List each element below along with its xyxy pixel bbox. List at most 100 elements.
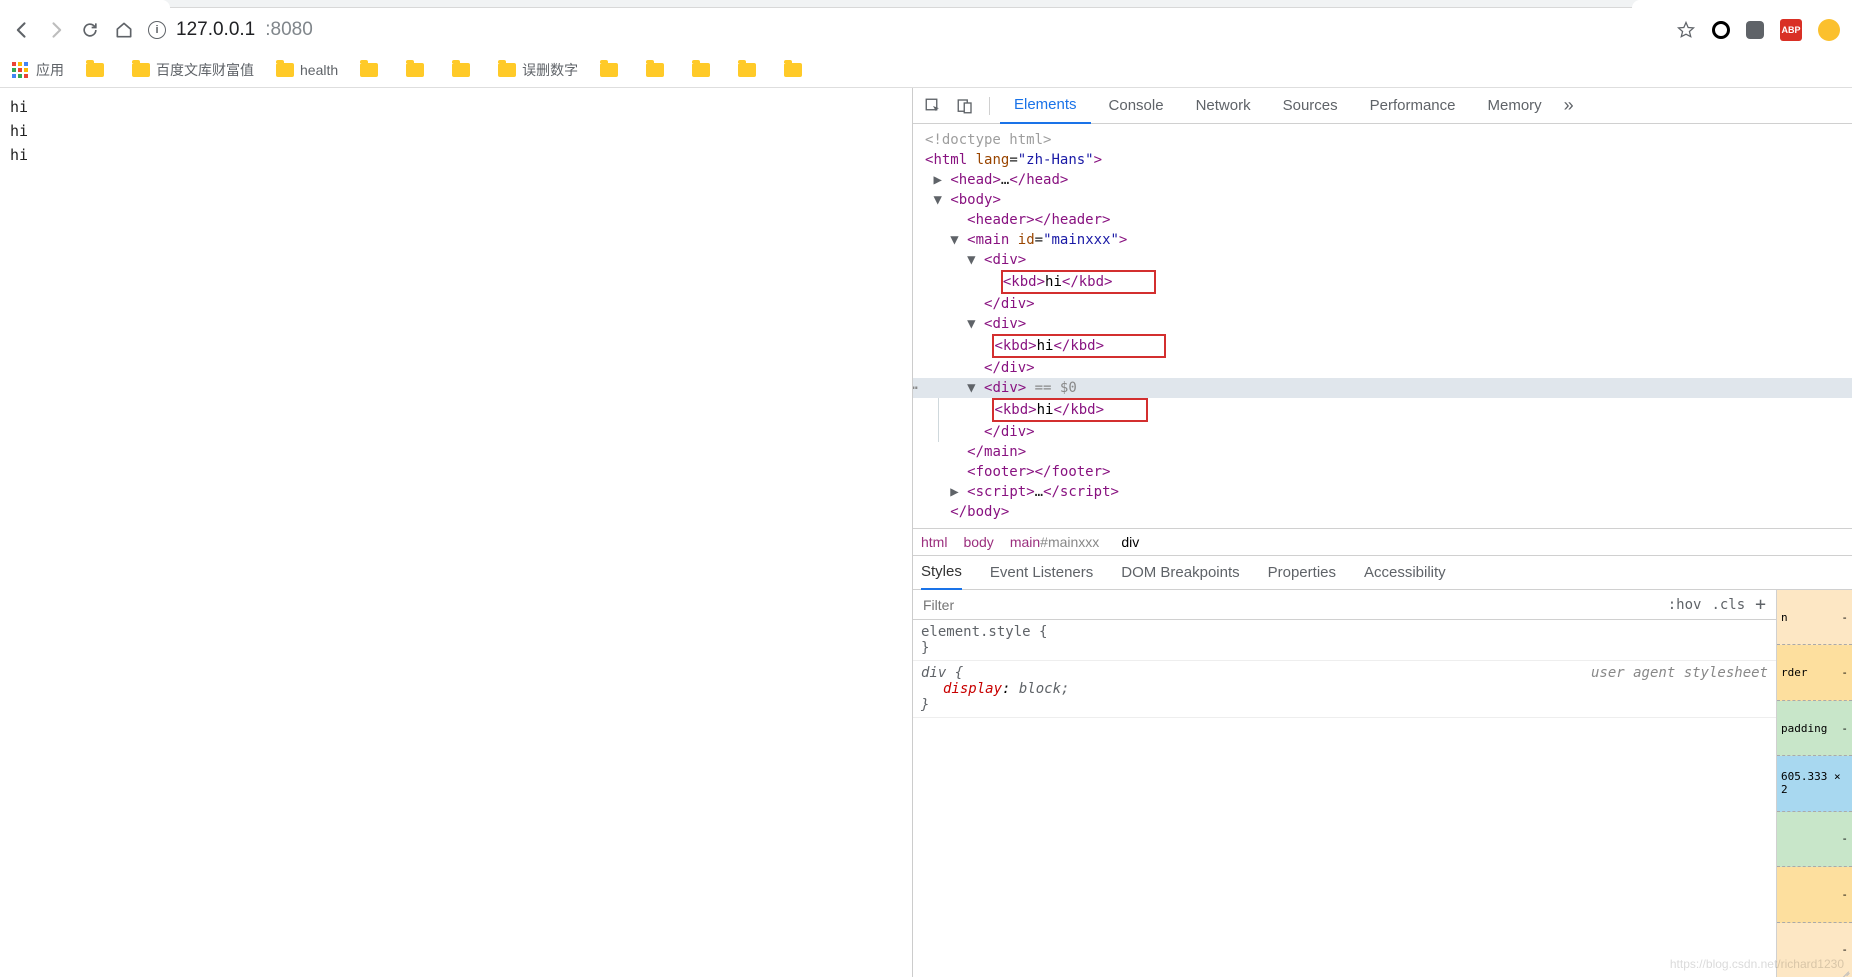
add-rule-icon[interactable]: + xyxy=(1755,594,1766,615)
dom-line[interactable]: ▶ <script>…</script> xyxy=(913,482,1852,502)
tab-sources[interactable]: Sources xyxy=(1269,88,1352,124)
styles-subtabs: Styles Event Listeners DOM Breakpoints P… xyxy=(913,556,1852,590)
crumb-div[interactable]: div xyxy=(1115,532,1145,552)
box-model: n- rder- padding- 605.333 × 2 - - - xyxy=(1776,590,1852,977)
bookmark-item[interactable]: 百度文库财富值 xyxy=(132,60,254,80)
tab-elements[interactable]: Elements xyxy=(1000,88,1091,124)
profile-avatar[interactable] xyxy=(1818,19,1840,41)
box-margin: n- xyxy=(1777,590,1852,645)
dom-line[interactable]: ▶ <head>…</head> xyxy=(913,170,1852,190)
folder-icon xyxy=(498,63,516,77)
extension-icon-1[interactable] xyxy=(1712,21,1730,39)
bookmark-item[interactable] xyxy=(692,63,716,77)
dom-breadcrumbs: html body main#mainxxx div xyxy=(913,528,1852,556)
address-bar[interactable]: i 127.0.0.1:8080 xyxy=(148,19,1662,41)
css-rules: element.style { } user agent stylesheet … xyxy=(913,620,1776,977)
site-info-icon[interactable]: i xyxy=(148,21,166,39)
dom-line[interactable]: <footer></footer> xyxy=(913,462,1852,482)
folder-icon xyxy=(738,63,756,77)
tab-network[interactable]: Network xyxy=(1182,88,1265,124)
dom-line[interactable]: <!doctype html> xyxy=(913,130,1852,150)
tab-memory[interactable]: Memory xyxy=(1474,88,1556,124)
dom-line[interactable]: </div> xyxy=(913,294,1852,314)
crumb-main[interactable]: main#mainxxx xyxy=(1010,534,1100,550)
bookmark-star-icon[interactable] xyxy=(1676,20,1696,40)
tab-active-right xyxy=(1632,0,1852,8)
reload-button[interactable] xyxy=(80,20,100,40)
subtab-dom-breakpoints[interactable]: DOM Breakpoints xyxy=(1121,564,1239,581)
dom-line[interactable]: ▼ <main id="mainxxx"> xyxy=(913,230,1852,250)
bookmark-item[interactable]: 误删数字 xyxy=(498,60,578,80)
subtab-properties[interactable]: Properties xyxy=(1268,564,1336,581)
bookmark-item[interactable] xyxy=(86,63,110,77)
page-viewport: hi hi hi xyxy=(0,88,912,977)
bookmark-item[interactable] xyxy=(784,63,808,77)
dom-line[interactable]: </body> xyxy=(913,502,1852,522)
devtools-tabs: Elements Console Network Sources Perform… xyxy=(913,88,1852,124)
resize-corner-icon[interactable] xyxy=(1838,963,1852,977)
devtools-panel: Elements Console Network Sources Perform… xyxy=(912,88,1852,977)
tab-console[interactable]: Console xyxy=(1095,88,1178,124)
device-toolbar-icon[interactable] xyxy=(951,92,979,120)
dom-line[interactable]: <header></header> xyxy=(913,210,1852,230)
subtab-styles[interactable]: Styles xyxy=(921,556,962,590)
abp-extension-icon[interactable]: ABP xyxy=(1780,19,1802,41)
styles-filter-input[interactable] xyxy=(913,597,1658,613)
bookmark-item[interactable] xyxy=(452,63,476,77)
inspect-element-icon[interactable] xyxy=(919,92,947,120)
folder-icon xyxy=(452,63,470,77)
bookmark-item[interactable] xyxy=(738,63,762,77)
dom-line[interactable]: </main> xyxy=(913,442,1852,462)
dom-line[interactable]: <kbd>hi</kbd> xyxy=(913,270,1852,294)
rule-source: user agent stylesheet xyxy=(1591,665,1768,681)
forward-button[interactable] xyxy=(46,20,66,40)
folder-icon xyxy=(692,63,710,77)
bookmark-item[interactable] xyxy=(646,63,670,77)
dom-line[interactable]: ▼ <div> xyxy=(913,250,1852,270)
folder-icon xyxy=(132,63,150,77)
hov-toggle[interactable]: :hov xyxy=(1668,597,1702,613)
folder-icon xyxy=(784,63,802,77)
crumb-html[interactable]: html xyxy=(921,534,947,550)
bookmark-item[interactable] xyxy=(406,63,430,77)
home-button[interactable] xyxy=(114,20,134,40)
folder-icon xyxy=(646,63,664,77)
back-button[interactable] xyxy=(12,20,32,40)
dom-line[interactable]: </div> xyxy=(913,358,1852,378)
more-tabs-icon[interactable]: » xyxy=(1564,95,1574,116)
tab-performance[interactable]: Performance xyxy=(1356,88,1470,124)
dom-line[interactable]: ▼ <div> xyxy=(913,314,1852,334)
cls-toggle[interactable]: .cls xyxy=(1711,597,1745,613)
toolbar-right: ABP xyxy=(1676,19,1840,41)
dom-line[interactable]: ▼ <body> xyxy=(913,190,1852,210)
dom-line[interactable]: <kbd>hi</kbd> xyxy=(913,398,1852,422)
red-highlight-box: <kbd>hi</kbd> xyxy=(992,334,1166,358)
apps-label: 应用 xyxy=(36,60,64,80)
apps-grid-icon xyxy=(12,62,28,78)
page-line: hi xyxy=(10,122,902,140)
bookmark-item[interactable] xyxy=(360,63,384,77)
subtab-event-listeners[interactable]: Event Listeners xyxy=(990,564,1093,581)
dom-line[interactable]: <kbd>hi</kbd> xyxy=(913,334,1852,358)
page-line: hi xyxy=(10,146,902,164)
styles-wrapper: :hov .cls + element.style { } user agent… xyxy=(913,590,1852,977)
rule-div[interactable]: user agent stylesheet div { display: blo… xyxy=(913,661,1776,718)
dom-line-selected[interactable]: ⋯ ▼ <div> == $0 xyxy=(913,378,1852,398)
crumb-body[interactable]: body xyxy=(963,534,993,550)
folder-icon xyxy=(360,63,378,77)
subtab-accessibility[interactable]: Accessibility xyxy=(1364,564,1446,581)
dom-line[interactable]: <html lang="zh-Hans"> xyxy=(913,150,1852,170)
rule-element-style[interactable]: element.style { } xyxy=(913,620,1776,661)
bookmark-item[interactable]: health xyxy=(276,62,338,78)
folder-icon xyxy=(600,63,618,77)
apps-button[interactable]: 应用 xyxy=(12,60,64,80)
box-border-b: - xyxy=(1777,867,1852,922)
browser-tab-strip xyxy=(0,0,1852,8)
url-port: :8080 xyxy=(265,19,313,41)
bookmark-item[interactable] xyxy=(600,63,624,77)
extension-icon-2[interactable] xyxy=(1746,21,1764,39)
dom-line[interactable]: </div> xyxy=(913,422,1852,442)
dom-tree[interactable]: <!doctype html> <html lang="zh-Hans"> ▶ … xyxy=(913,124,1852,528)
box-content: 605.333 × 2 xyxy=(1777,756,1852,811)
styles-tools: :hov .cls + xyxy=(1658,594,1776,615)
